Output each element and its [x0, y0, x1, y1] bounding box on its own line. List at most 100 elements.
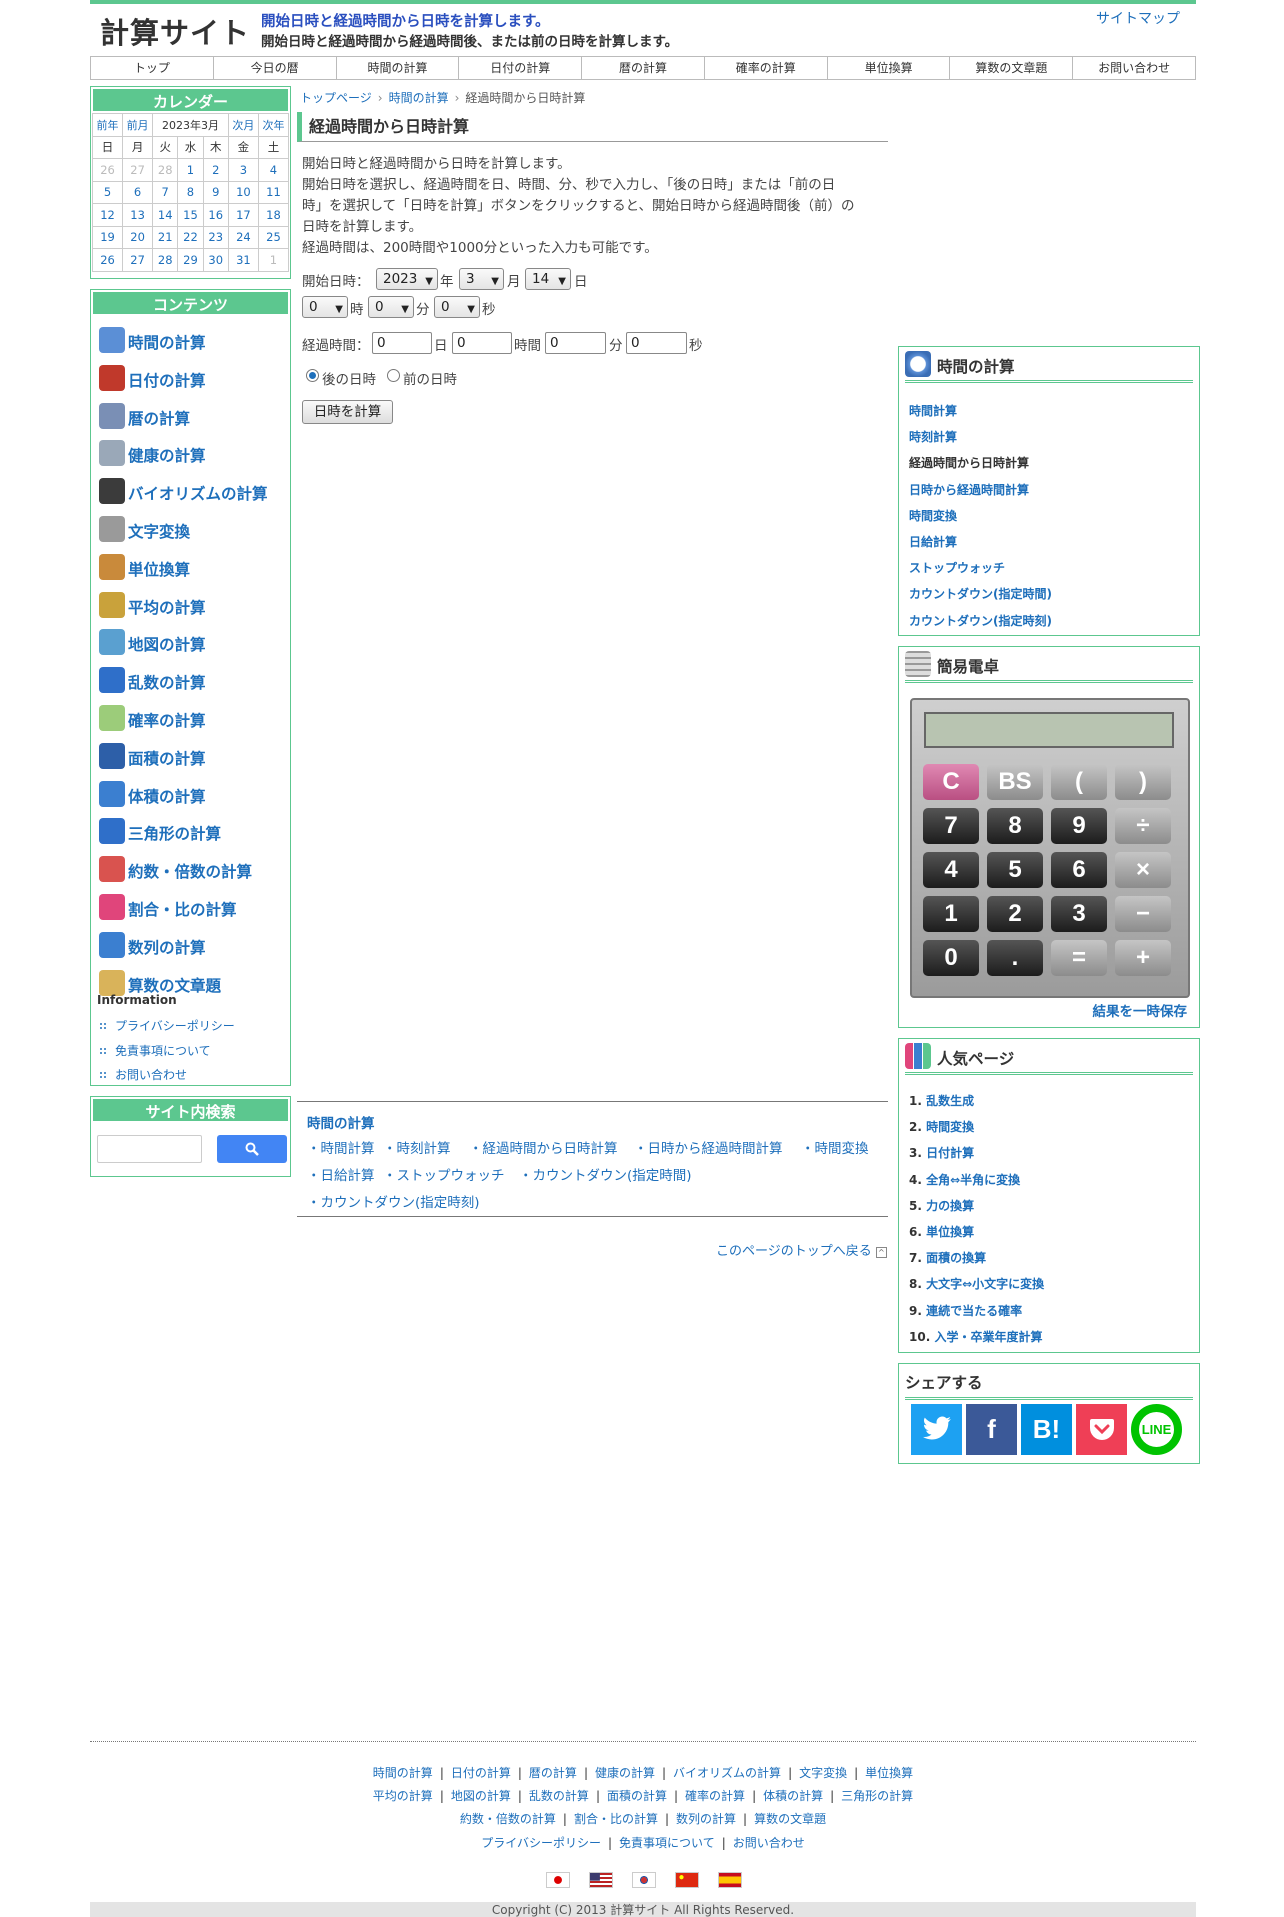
calendar-day[interactable]: 7	[152, 180, 179, 204]
time-calc-link[interactable]: 経過時間から日時計算	[909, 454, 1029, 471]
calendar-day[interactable]: 6	[122, 180, 154, 204]
elapsed-seconds-input[interactable]: 0	[626, 332, 687, 354]
calendar-day[interactable]: 29	[177, 248, 204, 272]
contents-item[interactable]: 暦の計算	[99, 401, 190, 429]
radio-before[interactable]	[387, 369, 400, 382]
calendar-day[interactable]: 23	[202, 225, 229, 249]
calendar-day[interactable]: 3	[227, 158, 259, 182]
minute-select[interactable]: 0 ▼	[368, 296, 414, 318]
footer-link[interactable]: 数列の計算	[676, 1812, 736, 1826]
calendar-day[interactable]: 28	[152, 248, 179, 272]
calendar-day[interactable]: 17	[227, 203, 259, 227]
related-link[interactable]: ・時刻計算	[383, 1137, 451, 1157]
popular-item[interactable]: 9. 連続で当たる確率	[909, 1302, 1022, 1319]
popular-item[interactable]: 6. 単位換算	[909, 1223, 974, 1240]
footer-link[interactable]: 約数・倍数の計算	[460, 1812, 556, 1826]
calendar-day[interactable]: 30	[202, 248, 229, 272]
contents-item[interactable]: 面積の計算	[99, 741, 206, 769]
radio-after-label[interactable]: 後の日時	[322, 368, 376, 388]
site-logo[interactable]: 計算サイト	[100, 10, 250, 52]
calendar-day[interactable]: 21	[152, 225, 179, 249]
calculator-key[interactable]: 1	[923, 896, 979, 932]
footer-link[interactable]: 三角形の計算	[841, 1789, 913, 1803]
korea-flag-icon[interactable]	[632, 1872, 656, 1888]
calendar-next-year[interactable]: 次年	[257, 113, 290, 137]
info-link[interactable]: 免責事項について	[99, 1042, 211, 1059]
nav-item[interactable]: 今日の暦	[214, 57, 337, 79]
footer-link[interactable]: プライバシーポリシー	[481, 1836, 601, 1850]
nav-item[interactable]: お問い合わせ	[1073, 57, 1195, 79]
contents-item[interactable]: 確率の計算	[99, 703, 206, 731]
contents-item[interactable]: 三角形の計算	[99, 816, 221, 845]
calendar-day[interactable]: 16	[202, 203, 229, 227]
time-calc-link[interactable]: 時刻計算	[909, 428, 957, 445]
popular-item[interactable]: 7. 面積の換算	[909, 1249, 986, 1266]
calendar-day[interactable]: 24	[227, 225, 259, 249]
contents-item[interactable]: 乱数の計算	[99, 665, 206, 694]
footer-link[interactable]: 単位換算	[865, 1766, 913, 1780]
footer-link[interactable]: 免責事項について	[619, 1836, 715, 1850]
calendar-day[interactable]: 27	[122, 248, 154, 272]
calculator-key[interactable]: −	[1115, 896, 1171, 932]
footer-link[interactable]: 日付の計算	[451, 1766, 511, 1780]
radio-before-label[interactable]: 前の日時	[403, 368, 457, 388]
calculator-key[interactable]: 6	[1051, 852, 1107, 888]
nav-item[interactable]: 暦の計算	[582, 57, 705, 79]
year-select[interactable]: 2023 ▼	[376, 268, 438, 290]
footer-link[interactable]: 文字変換	[799, 1766, 847, 1780]
calendar-day[interactable]: 27	[122, 158, 154, 182]
elapsed-minutes-input[interactable]: 0	[545, 332, 606, 354]
contents-item[interactable]: 算数の文章題	[99, 968, 221, 996]
contents-item[interactable]: 文字変換	[99, 514, 190, 542]
calculator-key[interactable]: 3	[1051, 896, 1107, 932]
china-flag-icon[interactable]	[675, 1872, 699, 1888]
popular-item[interactable]: 3. 日付計算	[909, 1144, 974, 1161]
calculator-key[interactable]: 7	[923, 808, 979, 844]
footer-link[interactable]: 割合・比の計算	[574, 1812, 658, 1826]
elapsed-hours-input[interactable]: 0	[452, 332, 512, 354]
search-input[interactable]	[97, 1135, 202, 1163]
contents-item[interactable]: 体積の計算	[99, 779, 206, 807]
twitter-icon[interactable]	[911, 1404, 962, 1455]
hour-select[interactable]: 0 ▼	[302, 296, 348, 318]
calendar-day[interactable]: 4	[257, 158, 290, 182]
japan-flag-icon[interactable]	[546, 1872, 570, 1888]
calculate-button[interactable]: 日時を計算	[302, 400, 393, 424]
sitemap-link[interactable]: サイトマップ	[1096, 8, 1180, 28]
calendar-day[interactable]: 28	[152, 158, 179, 182]
calculator-key[interactable]: (	[1051, 764, 1107, 800]
breadcrumb-time[interactable]: 時間の計算	[389, 91, 449, 105]
contents-item[interactable]: バイオリズムの計算	[99, 476, 268, 505]
contents-item[interactable]: 時間の計算	[99, 325, 206, 353]
hatena-bookmark-icon[interactable]: B!	[1021, 1404, 1072, 1455]
contents-item[interactable]: 日付の計算	[99, 363, 206, 391]
calculator-key[interactable]: 8	[987, 808, 1043, 844]
calculator-key[interactable]: .	[987, 940, 1043, 976]
contents-item[interactable]: 地図の計算	[99, 627, 206, 656]
usa-flag-icon[interactable]	[589, 1872, 613, 1888]
calendar-day[interactable]: 19	[91, 225, 124, 249]
footer-link[interactable]: 健康の計算	[595, 1766, 655, 1780]
calculator-key[interactable]: )	[1115, 764, 1171, 800]
breadcrumb-top[interactable]: トップページ	[300, 91, 372, 105]
calendar-day[interactable]: 31	[227, 248, 259, 272]
calendar-day[interactable]: 10	[227, 180, 259, 204]
calendar-day[interactable]: 12	[91, 203, 124, 227]
nav-item[interactable]: 単位換算	[828, 57, 951, 79]
radio-after[interactable]	[306, 369, 319, 382]
footer-link[interactable]: 時間の計算	[373, 1766, 433, 1780]
nav-item[interactable]: 時間の計算	[337, 57, 460, 79]
month-select[interactable]: 3 ▼	[459, 268, 504, 290]
calendar-day[interactable]: 20	[122, 225, 154, 249]
related-link[interactable]: ・カウントダウン(指定時刻)	[307, 1191, 480, 1211]
footer-link[interactable]: 面積の計算	[607, 1789, 667, 1803]
footer-link[interactable]: 算数の文章題	[754, 1812, 826, 1826]
calendar-day[interactable]: 25	[257, 225, 290, 249]
contents-item[interactable]: 健康の計算	[99, 438, 206, 467]
nav-item[interactable]: トップ	[91, 57, 214, 79]
calculator-key[interactable]: 2	[987, 896, 1043, 932]
calendar-day[interactable]: 1	[257, 248, 290, 272]
contents-item[interactable]: 約数・倍数の計算	[99, 854, 252, 883]
footer-link[interactable]: 平均の計算	[373, 1789, 433, 1803]
footer-link[interactable]: 体積の計算	[763, 1789, 823, 1803]
